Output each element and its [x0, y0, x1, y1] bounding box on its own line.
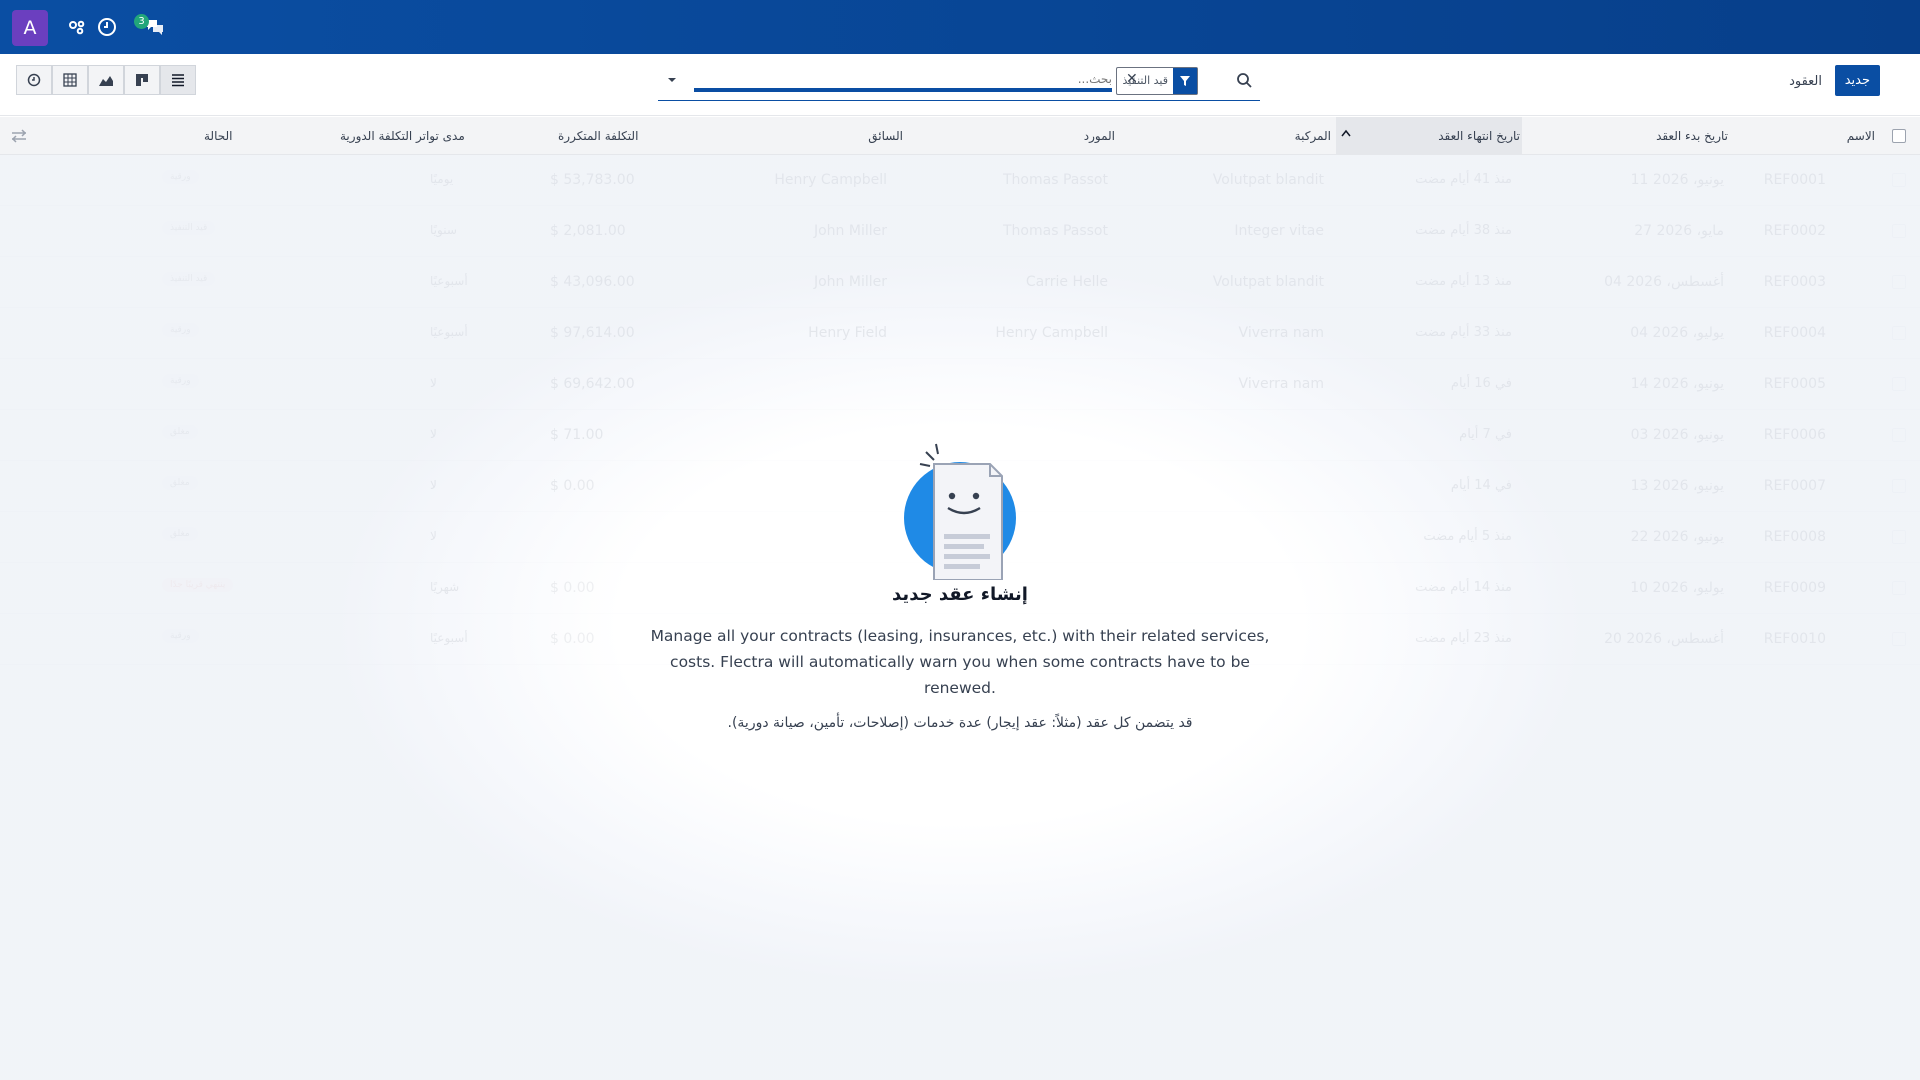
header-driver[interactable]: السائق — [868, 129, 903, 143]
close-icon[interactable]: ✕ — [1126, 71, 1138, 87]
header-state[interactable]: الحالة — [204, 129, 232, 143]
header-frequency[interactable]: مدى تواتر التكلفة الدورية — [340, 129, 465, 143]
breadcrumb: العقود — [1789, 74, 1822, 89]
kanban-view-button[interactable] — [124, 65, 160, 95]
activity-view-button[interactable] — [16, 65, 52, 95]
list-icon — [172, 74, 184, 87]
chevron-down-icon[interactable] — [666, 74, 678, 86]
table-header — [0, 117, 1920, 155]
top-navbar: A 3 — [0, 0, 1920, 54]
search-input[interactable] — [694, 70, 1112, 92]
clock-icon[interactable] — [96, 16, 118, 38]
header-vehicle[interactable]: المركبة — [1295, 129, 1331, 143]
helper-title: إنشاء عقد جديد — [892, 584, 1028, 605]
view-switcher — [16, 65, 196, 95]
select-all-checkbox[interactable] — [1892, 129, 1906, 143]
list-view-button[interactable] — [160, 65, 196, 95]
new-button[interactable]: جديد — [1834, 65, 1880, 96]
clock-icon — [27, 73, 41, 87]
header-name[interactable]: الاسم — [1847, 129, 1875, 143]
table-icon — [63, 73, 77, 87]
header-cost[interactable]: التكلفة المتكررة — [558, 129, 638, 143]
no-content-helper: إنشاء عقد جديد Manage all your contracts… — [600, 430, 1320, 731]
header-end-date[interactable]: تاريخ انتهاء العقد — [1438, 129, 1520, 143]
area-chart-icon — [99, 76, 113, 86]
sort-ascending-icon — [1341, 129, 1351, 137]
smiling-document-icon — [904, 443, 1016, 580]
helper-description: Manage all your contracts (leasing, insu… — [650, 627, 1270, 697]
header-start-date[interactable]: تاريخ بدء العقد — [1656, 129, 1728, 143]
graph-view-button[interactable] — [88, 65, 124, 95]
helper-note: قد يتضمن كل عقد (مثلاً: عقد إيجار) عدة خ… — [727, 715, 1193, 731]
search-icon[interactable] — [1232, 68, 1256, 92]
header-vendor[interactable]: المورد — [1084, 129, 1115, 143]
filter-facet[interactable]: قيد التنفيذ ✕ — [1116, 67, 1198, 95]
column-settings-icon[interactable] — [10, 127, 28, 145]
company-avatar[interactable]: A — [12, 10, 48, 46]
messages-badge: 3 — [134, 14, 149, 29]
kanban-icon — [136, 74, 148, 86]
apps-icon[interactable] — [66, 16, 88, 38]
pivot-view-button[interactable] — [52, 65, 88, 95]
filter-icon — [1173, 68, 1197, 94]
